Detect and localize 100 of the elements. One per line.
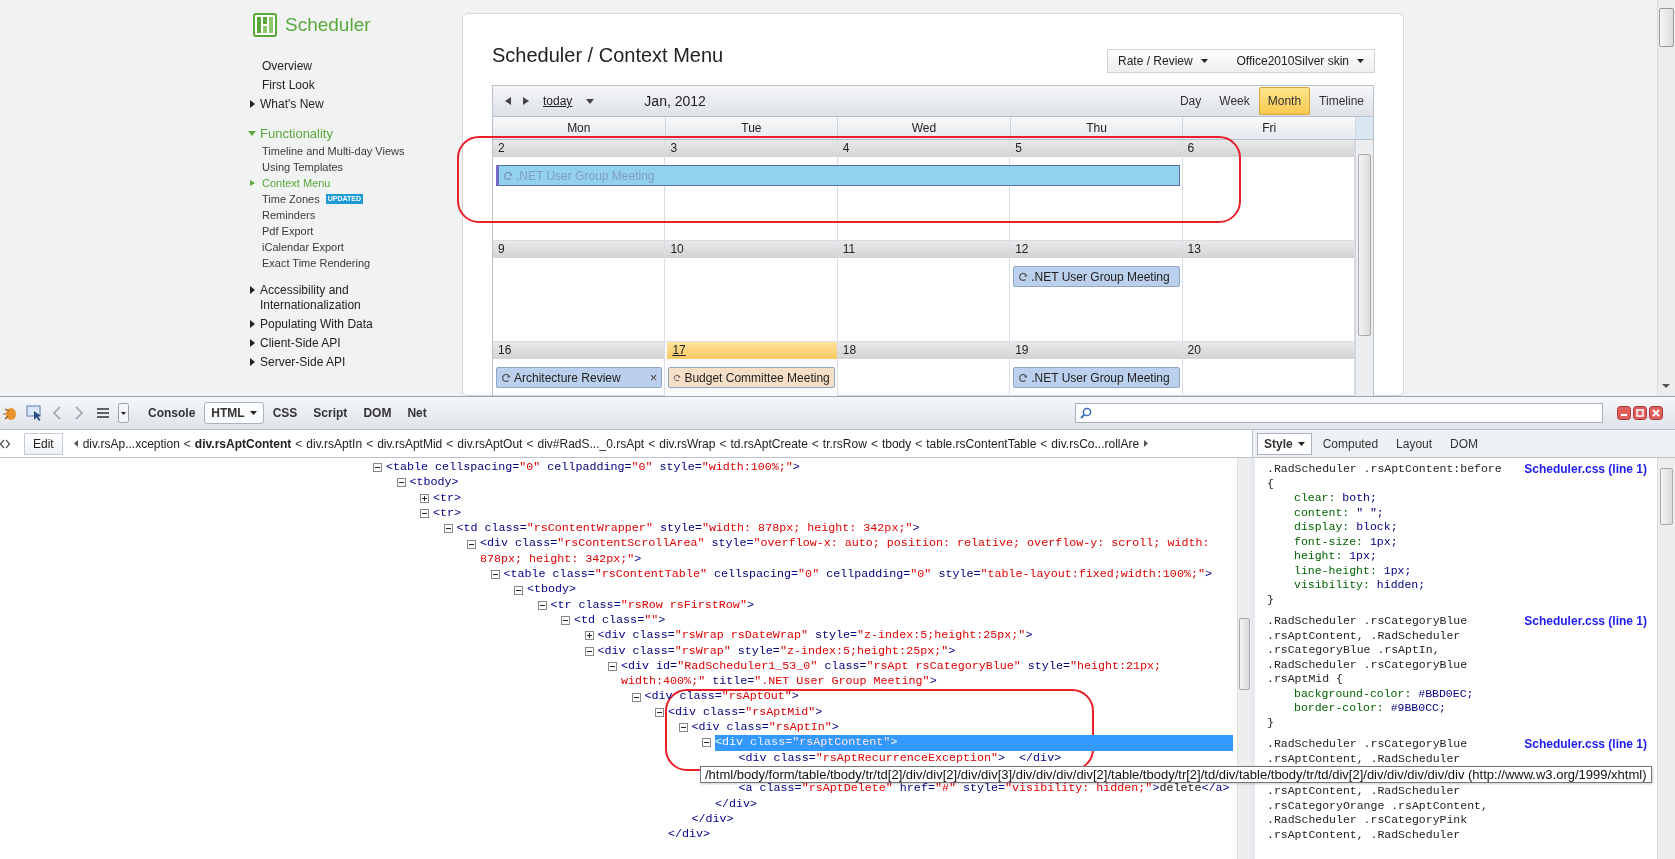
- html-tree-line[interactable]: </div>: [668, 827, 1233, 843]
- day-cell[interactable]: 11: [837, 241, 1011, 342]
- css-declaration[interactable]: font-size: 1px;: [1267, 534, 1502, 549]
- html-tree-line[interactable]: <table class="rsContentTable" cellspacing="0" cellpadding="0" style="table-layout:fixed;width:100%;">: [503, 567, 1233, 583]
- panel-tab[interactable]: Net: [400, 402, 434, 424]
- breadcrumb-item[interactable]: div.rsAptIn: [304, 436, 365, 451]
- css-declaration[interactable]: content: " ";: [1267, 505, 1502, 520]
- css-declaration[interactable]: visibility: hidden;: [1267, 578, 1502, 593]
- dropdown-button[interactable]: Office2010Silver skin: [1226, 50, 1374, 72]
- nav-link[interactable]: Server-Side API: [248, 353, 443, 372]
- panel-tab[interactable]: Script: [306, 402, 355, 424]
- panel-tab[interactable]: Console: [141, 402, 203, 424]
- html-tree-line[interactable]: <div class="rsAptIn">: [691, 720, 1233, 736]
- css-source-link[interactable]: Scheduler.css (line 1): [1524, 462, 1647, 477]
- panel-tab[interactable]: CSS: [265, 402, 305, 424]
- day-cell[interactable]: 4: [837, 140, 1011, 241]
- html-tree-line[interactable]: <td class="rsContentWrapper" style="width: 878px; height: 342px;">: [456, 521, 1233, 537]
- html-tree-line[interactable]: <tr>: [433, 490, 1233, 506]
- side-panel-tab[interactable]: Layout: [1389, 432, 1440, 455]
- panel-tab[interactable]: HTML: [204, 402, 264, 424]
- html-tree-line[interactable]: <td class="">: [574, 612, 1233, 629]
- appointment[interactable]: Architecture Review ×: [496, 367, 663, 388]
- nav-link[interactable]: Accessibility and Internationalization: [248, 281, 443, 315]
- side-panel-tab[interactable]: Style: [1257, 432, 1312, 455]
- nav-link[interactable]: Time Zones: [262, 192, 320, 206]
- nav-link[interactable]: Client-Side API: [248, 334, 443, 353]
- css-declaration[interactable]: border-color: #9BB0CC;: [1267, 701, 1474, 716]
- html-tree-line[interactable]: </div>: [715, 796, 1233, 812]
- html-tree-line[interactable]: </div>: [691, 811, 1233, 828]
- css-brace: }: [1267, 592, 1275, 607]
- breadcrumb-item[interactable]: div.rsAptContent: [192, 436, 294, 451]
- breadcrumb-item[interactable]: tbody: [879, 436, 914, 451]
- view-tab[interactable]: Timeline: [1310, 87, 1373, 115]
- nav-link[interactable]: Populating With Data: [248, 315, 443, 334]
- css-selector: .rsAptContent, .RadScheduler: [1267, 827, 1462, 842]
- breadcrumb-item[interactable]: div#RadS..._0.rsApt: [535, 436, 647, 451]
- css-declaration[interactable]: background-color: #BBD0EC;: [1267, 686, 1474, 701]
- html-tree-line[interactable]: <div id="RadScheduler1_53_0" class="rsApt rsCategoryBlue" style="height:21px; width:400%;" title=".NET User Group Meeting">: [621, 658, 1233, 690]
- nav-link[interactable]: Exact Time Rendering: [262, 256, 371, 270]
- side-panel-tab[interactable]: DOM: [1443, 432, 1486, 455]
- day-cell[interactable]: 5: [1010, 140, 1183, 241]
- page-title: Scheduler / Context Menu: [492, 44, 724, 67]
- delete-button[interactable]: ×: [649, 370, 658, 385]
- nav-link[interactable]: What's New: [248, 95, 443, 114]
- dropdown-button[interactable]: Rate / Review: [1108, 50, 1218, 72]
- day-cell[interactable]: 13: [1182, 241, 1355, 342]
- breadcrumb-item[interactable]: div.rsAptMid: [375, 436, 445, 451]
- nav-link[interactable]: Reminders: [262, 208, 316, 222]
- panel-tab[interactable]: DOM: [356, 402, 399, 424]
- html-tree-line[interactable]: <div class="rsAptMid">: [668, 704, 1233, 721]
- html-tree-line[interactable]: <tbody>: [409, 475, 1233, 491]
- nav-link[interactable]: Overview: [253, 57, 443, 76]
- nav-link[interactable]: Using Templates: [262, 160, 344, 174]
- appointment[interactable]: .NET User Group Meeting: [1013, 266, 1180, 287]
- html-tree-line[interactable]: <div class="rsAptOut">: [644, 689, 1233, 705]
- nav-link[interactable]: iCalendar Export: [262, 240, 344, 254]
- breadcrumb-item[interactable]: table.rsContentTable: [924, 436, 1039, 451]
- appointment-title: .NET User Group Meeting: [1031, 269, 1170, 284]
- html-tree-line[interactable]: <tbody>: [527, 582, 1233, 598]
- html-tree-line[interactable]: <div class="rsWrap" style="z-index:5;height:25px;">: [597, 643, 1233, 659]
- css-declaration[interactable]: line-height: 1px;: [1267, 563, 1502, 578]
- side-panel-tab[interactable]: Computed: [1315, 432, 1386, 455]
- html-tree-line[interactable]: <a class="rsAptDelete" href="#" style="visibility: hidden;">delete</a>: [738, 781, 1233, 797]
- view-tab[interactable]: Month: [1258, 87, 1311, 115]
- css-selector: .RadScheduler .rsCategoryBlue: [1267, 614, 1469, 629]
- css-declaration[interactable]: clear: both;: [1267, 491, 1502, 506]
- css-source-link[interactable]: Scheduler.css (line 1): [1524, 614, 1647, 629]
- html-tree-line[interactable]: <tr>: [433, 505, 1233, 522]
- breadcrumb-item[interactable]: td.rsAptCreate: [728, 436, 810, 451]
- day-cell[interactable]: 3: [665, 140, 838, 241]
- breadcrumb-item[interactable]: div.rsAp...xception: [80, 436, 182, 451]
- appointment[interactable]: .NET User Group Meeting: [1013, 367, 1180, 388]
- css-selector: .rsAptContent, .RadScheduler: [1267, 784, 1462, 799]
- css-source-link[interactable]: Scheduler.css (line 1): [1524, 737, 1647, 752]
- today-link[interactable]: today: [543, 94, 573, 108]
- nav-link[interactable]: Timeline and Multi-day Views: [262, 144, 405, 158]
- html-tree-line[interactable]: <div class="rsContentScrollArea" style="overflow-x: auto; position: relative; overflow-y: scroll; width: 878px; height: 342px;">: [480, 536, 1233, 568]
- nav-link[interactable]: First Look: [253, 76, 443, 95]
- css-declaration[interactable]: height: 1px;: [1267, 549, 1502, 564]
- appointment[interactable]: Budget Committee Meeting: [668, 367, 835, 388]
- css-brace: }: [1267, 715, 1275, 730]
- css-selector: .RadScheduler .rsCategoryBlue: [1267, 737, 1469, 752]
- edit-button[interactable]: Edit: [24, 432, 63, 455]
- breadcrumb-item[interactable]: div.rsCo...rollAre: [1049, 436, 1142, 451]
- day-cell[interactable]: 9: [493, 241, 666, 342]
- breadcrumb-item[interactable]: div.rsWrap: [657, 436, 718, 451]
- html-tree-line[interactable]: <div class="rsAptRecurrenceException"> </div>: [738, 750, 1233, 766]
- date-label: 4: [837, 140, 1010, 157]
- breadcrumb-item[interactable]: tr.rsRow: [820, 436, 869, 451]
- day-cell[interactable]: 10: [665, 241, 838, 342]
- html-tree-line[interactable]: <div class="rsWrap rsDateWrap" style="z-index:5;height:25px;">: [597, 628, 1233, 644]
- html-tree-line[interactable]: <tr class="rsRow rsFirstRow">: [550, 597, 1233, 613]
- css-declaration[interactable]: display: block;: [1267, 520, 1502, 535]
- html-tree-line[interactable]: <table cellspacing="0" cellpadding="0" style="width:100%;">: [386, 460, 1233, 476]
- breadcrumb-item[interactable]: div.rsAptOut: [455, 436, 525, 451]
- view-tab[interactable]: Week: [1210, 87, 1259, 115]
- day-cell[interactable]: 6: [1182, 140, 1355, 241]
- breadcrumb-separator: <: [525, 436, 535, 451]
- view-tab[interactable]: Day: [1170, 87, 1211, 115]
- nav-link[interactable]: Pdf Export: [262, 224, 314, 238]
